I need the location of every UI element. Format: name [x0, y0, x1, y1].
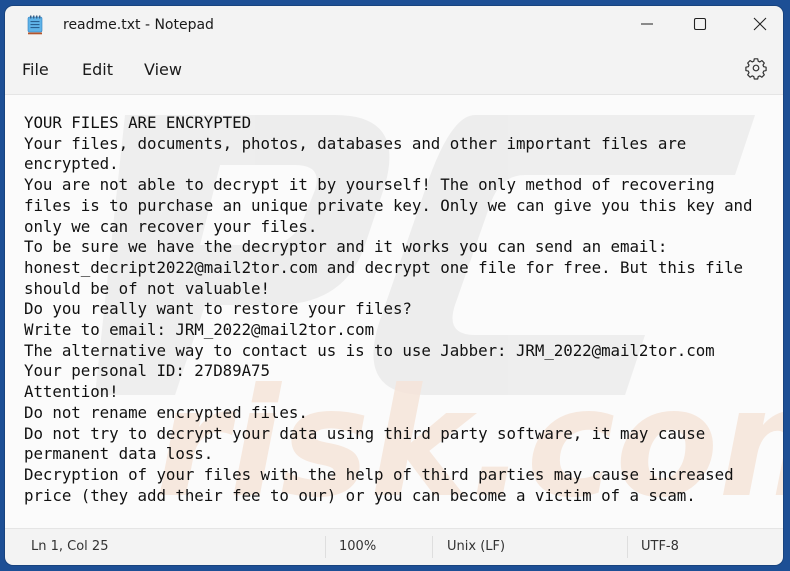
close-button[interactable] — [737, 6, 783, 42]
title-bar[interactable]: readme.txt - Notepad — [5, 6, 783, 44]
settings-button[interactable] — [744, 56, 768, 80]
line-ending[interactable]: Unix (LF) — [447, 539, 505, 554]
menu-view[interactable]: View — [144, 60, 182, 79]
menu-edit[interactable]: Edit — [82, 60, 113, 79]
maximize-icon — [693, 17, 707, 31]
minimize-button[interactable] — [624, 6, 670, 42]
gear-icon — [745, 58, 767, 80]
maximize-button[interactable] — [677, 6, 723, 42]
document-text[interactable]: YOUR FILES ARE ENCRYPTED Your files, doc… — [24, 113, 753, 506]
zoom-level[interactable]: 100% — [339, 539, 376, 554]
status-divider — [432, 536, 433, 558]
status-bar: Ln 1, Col 25 100% Unix (LF) UTF-8 — [5, 528, 783, 565]
menu-bar: File Edit View — [5, 50, 783, 90]
encoding[interactable]: UTF-8 — [641, 539, 679, 554]
close-icon — [753, 17, 767, 31]
minimize-icon — [641, 23, 653, 25]
notepad-window: readme.txt - Notepad File Edit View risk… — [5, 6, 783, 565]
text-editor[interactable]: risk.com YOUR FILES ARE ENCRYPTED Your f… — [5, 94, 783, 529]
status-divider — [325, 536, 326, 558]
notepad-icon — [27, 15, 43, 35]
status-divider — [627, 536, 628, 558]
menu-file[interactable]: File — [22, 60, 49, 79]
cursor-position: Ln 1, Col 25 — [31, 539, 109, 554]
window-title: readme.txt - Notepad — [63, 17, 214, 33]
